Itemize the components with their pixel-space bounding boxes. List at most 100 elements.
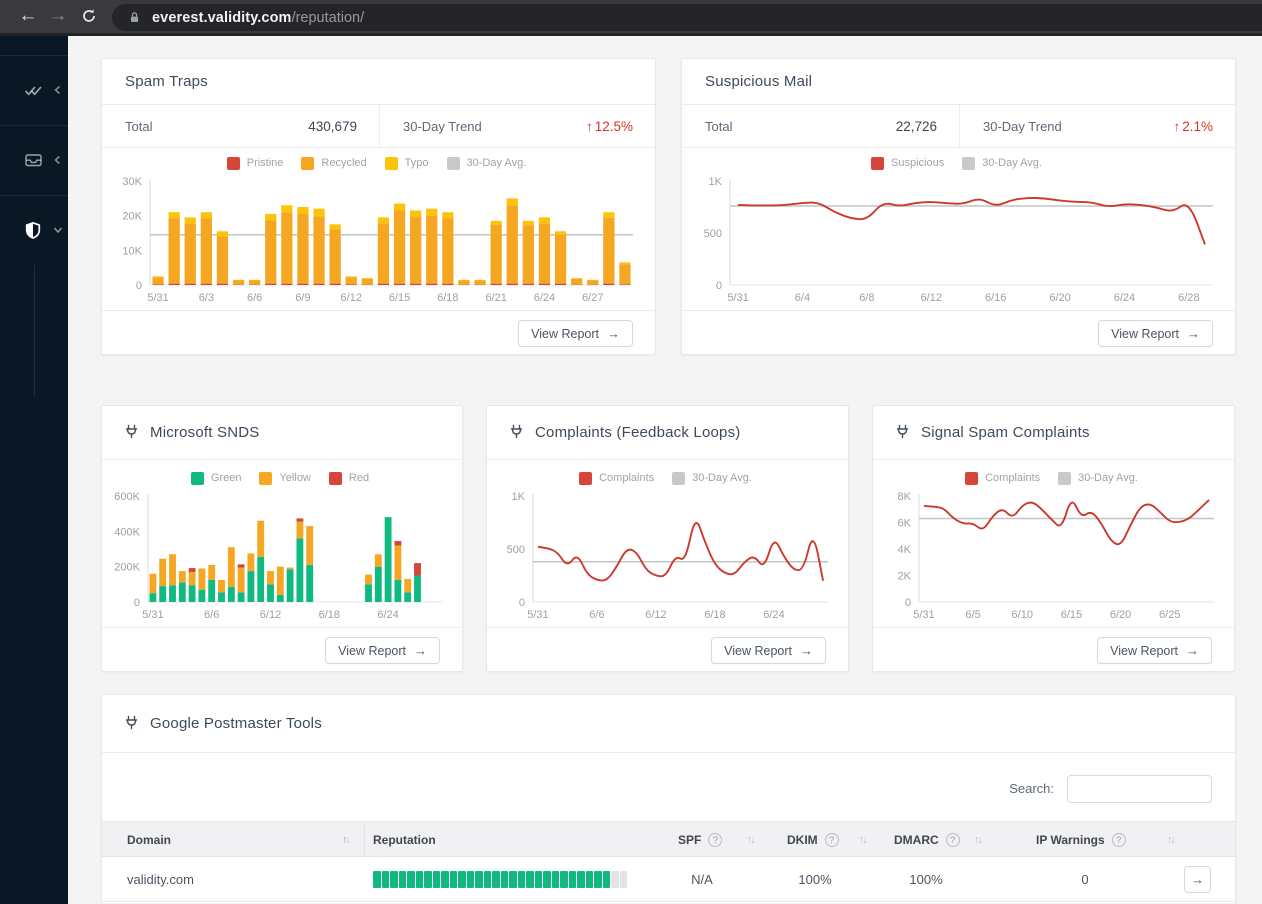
arrow-right-icon: → bbox=[414, 643, 427, 658]
plug-icon bbox=[894, 424, 911, 441]
sidebar-item-verification[interactable] bbox=[0, 55, 68, 125]
search-input[interactable] bbox=[1067, 775, 1212, 803]
column-header-spf[interactable]: SPF? bbox=[678, 822, 723, 858]
arrow-right-icon: → bbox=[1186, 643, 1199, 658]
reputation-segment bbox=[381, 871, 389, 888]
reload-icon bbox=[83, 9, 95, 22]
chevron-down-icon bbox=[52, 224, 64, 236]
header-divider bbox=[364, 822, 365, 858]
legend-item: Red bbox=[328, 471, 369, 485]
reputation-bar bbox=[373, 871, 627, 888]
reputation-segment bbox=[441, 871, 449, 888]
spam-traps-card: Spam Traps Total 430,679 30-Day Trend ↑ 1… bbox=[101, 58, 656, 355]
svg-text:6/20: 6/20 bbox=[1049, 292, 1070, 304]
svg-text:0: 0 bbox=[905, 597, 911, 609]
card-title: Complaints (Feedback Loops) bbox=[535, 424, 741, 441]
svg-text:6/9: 6/9 bbox=[295, 292, 310, 304]
legend-item: 30-Day Avg. bbox=[446, 156, 526, 170]
svg-text:6/6: 6/6 bbox=[204, 609, 219, 621]
sort-icon[interactable]: ↑ ↓ bbox=[1167, 822, 1176, 858]
column-header-domain[interactable]: Domain bbox=[127, 822, 171, 858]
sort-icon[interactable]: ↑ ↓ bbox=[747, 822, 756, 858]
view-report-button[interactable]: View Report → bbox=[518, 320, 633, 347]
chart-plot: 0 200K 400K 600K 5/31 6/6 6/12 6/18 6/24 bbox=[104, 490, 456, 624]
address-bar[interactable]: everest.validity.com/reputation/ bbox=[112, 4, 1262, 31]
help-icon[interactable]: ? bbox=[1111, 833, 1126, 847]
legend-swatch bbox=[190, 471, 204, 485]
svg-text:6/5: 6/5 bbox=[965, 609, 980, 621]
svg-text:5/31: 5/31 bbox=[913, 609, 934, 621]
card-title: Spam Traps bbox=[125, 73, 208, 90]
svg-text:6/6: 6/6 bbox=[589, 609, 604, 621]
reputation-segment bbox=[509, 871, 517, 888]
reputation-segment bbox=[568, 871, 576, 888]
back-button[interactable]: ← bbox=[15, 3, 41, 29]
svg-text:6/24: 6/24 bbox=[534, 292, 555, 304]
view-report-button[interactable]: View Report → bbox=[711, 637, 826, 664]
view-report-button[interactable]: View Report → bbox=[1097, 637, 1212, 664]
forward-button[interactable]: → bbox=[45, 3, 71, 29]
svg-text:5/31: 5/31 bbox=[727, 292, 748, 304]
help-icon[interactable]: ? bbox=[708, 833, 723, 847]
column-header-dmarc[interactable]: DMARC? bbox=[894, 822, 960, 858]
legend-item: Complaints bbox=[579, 471, 654, 485]
column-header-dkim[interactable]: DKIM? bbox=[787, 822, 839, 858]
legend-swatch bbox=[962, 156, 976, 170]
trend-value: ↑ 12.5% bbox=[585, 119, 633, 134]
reputation-segment bbox=[458, 871, 466, 888]
chart-plot: 0 2K 4K 6K 8K 5/31 6/5 6/10 6/15 6/20 6/25 bbox=[875, 490, 1228, 624]
trend-label: 30-Day Trend bbox=[403, 119, 482, 134]
row-detail-arrow-button[interactable]: → bbox=[1184, 866, 1211, 893]
svg-text:30K: 30K bbox=[122, 176, 142, 188]
sidebar bbox=[0, 36, 68, 904]
sort-icon[interactable]: ↑ ↓ bbox=[342, 822, 351, 858]
sidebar-item-reputation[interactable] bbox=[0, 195, 68, 265]
domain-cell: validity.com bbox=[127, 872, 194, 887]
arrow-right-icon: → bbox=[800, 643, 813, 658]
reputation-segment bbox=[475, 871, 483, 888]
view-report-button[interactable]: View Report → bbox=[325, 637, 440, 664]
microsoft-snds-chart: Green Yellow Red 0 200K 400K 600K 5/31 6/6 6/12 6… bbox=[104, 466, 456, 626]
reputation-segment bbox=[466, 871, 474, 888]
legend-swatch bbox=[871, 156, 885, 170]
svg-text:10K: 10K bbox=[122, 245, 142, 257]
legend-item: Yellow bbox=[259, 471, 311, 485]
reputation-segment bbox=[526, 871, 534, 888]
table-row[interactable]: validity.com N/A 100% 100% 0 → bbox=[102, 857, 1235, 902]
column-header-ip-warnings[interactable]: IP Warnings? bbox=[1036, 822, 1126, 858]
svg-text:6/21: 6/21 bbox=[485, 292, 506, 304]
legend-item: 30-Day Avg. bbox=[962, 156, 1042, 170]
sort-icon[interactable]: ↑ ↓ bbox=[974, 822, 983, 858]
dmarc-cell: 100% bbox=[909, 872, 943, 887]
reputation-segment bbox=[432, 871, 440, 888]
sort-icon[interactable]: ↑ ↓ bbox=[859, 822, 868, 858]
chart-plot: 0 10K 20K 30K 5/31 6/3 6/6 6/9 6/12 6/15 6/18 6/21 6… bbox=[106, 175, 647, 307]
reputation-segment bbox=[492, 871, 500, 888]
reload-button[interactable] bbox=[76, 3, 102, 29]
double-check-icon bbox=[24, 82, 43, 99]
reputation-segment bbox=[551, 871, 559, 888]
help-icon[interactable]: ? bbox=[824, 833, 839, 847]
svg-text:6/8: 6/8 bbox=[859, 292, 874, 304]
legend-swatch bbox=[579, 471, 593, 485]
reputation-segment bbox=[611, 871, 619, 888]
legend-item: Green bbox=[190, 471, 241, 485]
reputation-segment bbox=[602, 871, 610, 888]
svg-text:6/12: 6/12 bbox=[645, 609, 666, 621]
legend-swatch bbox=[384, 156, 398, 170]
svg-text:200K: 200K bbox=[114, 562, 140, 574]
svg-text:500: 500 bbox=[704, 228, 722, 240]
legend-item: Suspicious bbox=[871, 156, 944, 170]
column-header-reputation[interactable]: Reputation bbox=[373, 822, 436, 858]
svg-text:6/4: 6/4 bbox=[795, 292, 810, 304]
view-report-button[interactable]: View Report → bbox=[1098, 320, 1213, 347]
card-title: Microsoft SNDS bbox=[150, 424, 260, 441]
plug-icon bbox=[123, 715, 140, 732]
svg-text:6/15: 6/15 bbox=[1061, 609, 1082, 621]
reputation-segment bbox=[390, 871, 398, 888]
total-value: 430,679 bbox=[308, 119, 357, 134]
sidebar-item-inbox[interactable] bbox=[0, 125, 68, 195]
legend-item: Complaints bbox=[965, 471, 1040, 485]
legend-item: Pristine bbox=[226, 156, 283, 170]
help-icon[interactable]: ? bbox=[945, 833, 960, 847]
